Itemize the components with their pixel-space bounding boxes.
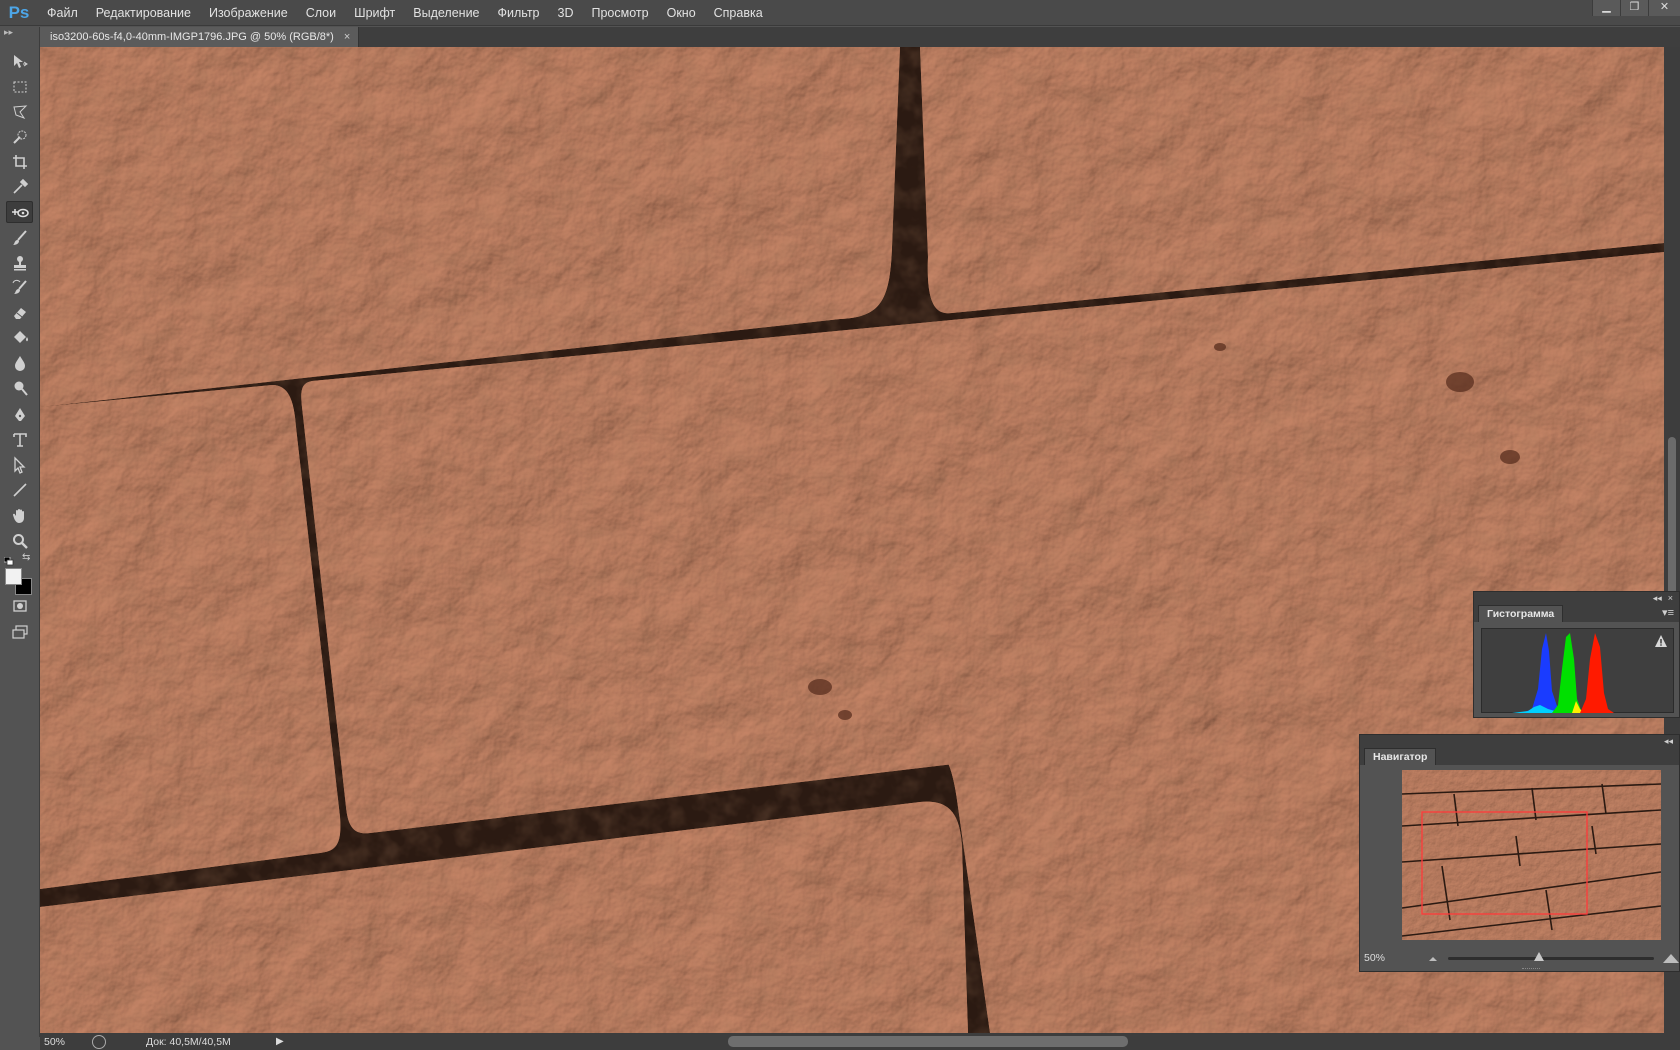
window-controls: ▁ ❐ ✕ <box>1592 0 1680 16</box>
navigator-thumbnail[interactable] <box>1402 770 1661 940</box>
dodge-icon[interactable] <box>6 377 33 399</box>
quick-mask-icon[interactable] <box>6 595 33 617</box>
document-tab[interactable]: iso3200-60s-f4,0-40mm-IMGP1796.JPG @ 50%… <box>40 27 360 47</box>
navigator-zoom-field[interactable]: 50% <box>1360 952 1420 964</box>
menu-file[interactable]: Файл <box>38 0 87 26</box>
navigator-zoom-slider-track <box>1448 957 1654 960</box>
menu-help[interactable]: Справка <box>705 0 772 26</box>
menu-edit[interactable]: Редактирование <box>87 0 200 26</box>
menu-layers[interactable]: Слои <box>297 0 345 26</box>
minimize-icon[interactable]: ▁ <box>1592 0 1620 16</box>
document-tab-title: iso3200-60s-f4,0-40mm-IMGP1796.JPG @ 50%… <box>50 31 334 43</box>
vertical-scrollbar-thumb[interactable] <box>1668 437 1676 617</box>
foreground-color-swatch[interactable] <box>5 568 22 585</box>
status-bar: 50% Док: 40,5M/40,5M ▶ <box>40 1033 1680 1050</box>
histogram-panel-menu-icon[interactable]: ▾≡ <box>1662 606 1674 619</box>
menu-window[interactable]: Окно <box>658 0 705 26</box>
lasso-icon[interactable] <box>6 101 33 123</box>
toolbox-collapse-icon[interactable]: ▸▸ <box>4 27 13 38</box>
navigator-collapse-icon[interactable]: ◂◂ <box>1664 736 1673 747</box>
eyedropper-icon[interactable] <box>6 176 33 198</box>
histogram-close-icon[interactable]: × <box>1668 593 1673 603</box>
quick-selection-icon[interactable] <box>6 126 33 148</box>
navigator-tab-row: Навигатор <box>1360 747 1679 765</box>
swap-colors-icon[interactable]: ⇆ <box>22 552 34 564</box>
photoshop-window: Ps Файл Редактирование Изображение Слои … <box>0 0 1680 1050</box>
screen-mode-icon[interactable] <box>6 621 33 643</box>
status-info-icon[interactable] <box>92 1034 106 1049</box>
tab-histogram[interactable]: Гистограмма <box>1478 605 1564 622</box>
navigator-panel: ◂◂ Навигатор 50% <box>1359 734 1680 972</box>
paint-bucket-icon[interactable] <box>6 327 33 349</box>
marquee-icon[interactable] <box>6 76 33 98</box>
clone-stamp-icon[interactable] <box>6 252 33 274</box>
menu-filter[interactable]: Фильтр <box>489 0 549 26</box>
navigator-preview-image <box>1402 770 1661 940</box>
document-tab-bar: iso3200-60s-f4,0-40mm-IMGP1796.JPG @ 50%… <box>40 27 1680 47</box>
pen-icon[interactable] <box>6 404 33 426</box>
menu-bar: Ps Файл Редактирование Изображение Слои … <box>0 0 1680 26</box>
history-brush-icon[interactable] <box>6 277 33 299</box>
histogram-green-channel <box>1552 633 1582 713</box>
histogram-panel-header: ◂◂ × <box>1474 592 1679 604</box>
status-zoom-level[interactable]: 50% <box>40 1036 92 1048</box>
navigator-zoom-slider[interactable] <box>1448 952 1654 961</box>
tab-navigator[interactable]: Навигатор <box>1364 748 1437 765</box>
menu-view[interactable]: Просмотр <box>583 0 658 26</box>
toolbox: ▸▸ ⇆ <box>0 27 40 1037</box>
navigator-panel-header: ◂◂ <box>1360 735 1679 747</box>
crop-icon[interactable] <box>6 151 33 173</box>
navigator-resize-handle[interactable] <box>1522 968 1540 971</box>
status-menu-arrow-icon[interactable]: ▶ <box>276 1036 288 1047</box>
navigator-footer: 50% <box>1360 948 1680 968</box>
histogram-blue-channel <box>1484 633 1570 713</box>
default-colors-icon[interactable] <box>3 554 16 566</box>
app-logo: Ps <box>8 2 30 22</box>
menu-3d[interactable]: 3D <box>549 0 583 26</box>
type-icon[interactable] <box>6 429 33 451</box>
hand-icon[interactable] <box>6 505 33 527</box>
restore-icon[interactable]: ❐ <box>1620 0 1648 16</box>
histogram-graph <box>1481 628 1674 713</box>
horizontal-scrollbar[interactable] <box>288 1033 1680 1050</box>
status-document-size: Док: 40,5M/40,5M <box>146 1035 231 1048</box>
histogram-panel: ◂◂ × Гистограмма ▾≡ <box>1473 591 1680 718</box>
histogram-tab-row: Гистограмма ▾≡ <box>1474 604 1679 622</box>
brush-icon[interactable] <box>6 227 33 249</box>
line-icon[interactable] <box>6 479 33 501</box>
zoom-out-icon[interactable] <box>1426 951 1440 965</box>
move-icon[interactable] <box>6 51 33 73</box>
blur-icon[interactable] <box>6 352 33 374</box>
spot-healing-icon[interactable] <box>6 201 33 223</box>
navigator-zoom-slider-knob[interactable] <box>1533 952 1544 961</box>
menu-type[interactable]: Шрифт <box>345 0 404 26</box>
warning-icon[interactable] <box>1654 634 1668 648</box>
menu-image[interactable]: Изображение <box>200 0 297 26</box>
histogram-red-channel <box>1580 633 1614 713</box>
zoom-in-icon[interactable] <box>1662 951 1680 965</box>
histogram-collapse-icon[interactable]: ◂◂ <box>1653 593 1662 604</box>
menu-select[interactable]: Выделение <box>404 0 488 26</box>
histogram-channels <box>1484 633 1614 713</box>
horizontal-scrollbar-thumb[interactable] <box>728 1036 1128 1047</box>
document-tab-close-icon[interactable]: × <box>344 31 350 43</box>
eraser-icon[interactable] <box>6 302 33 324</box>
close-icon[interactable]: ✕ <box>1648 0 1680 16</box>
path-selection-icon[interactable] <box>6 454 33 476</box>
zoom-icon[interactable] <box>6 530 33 552</box>
